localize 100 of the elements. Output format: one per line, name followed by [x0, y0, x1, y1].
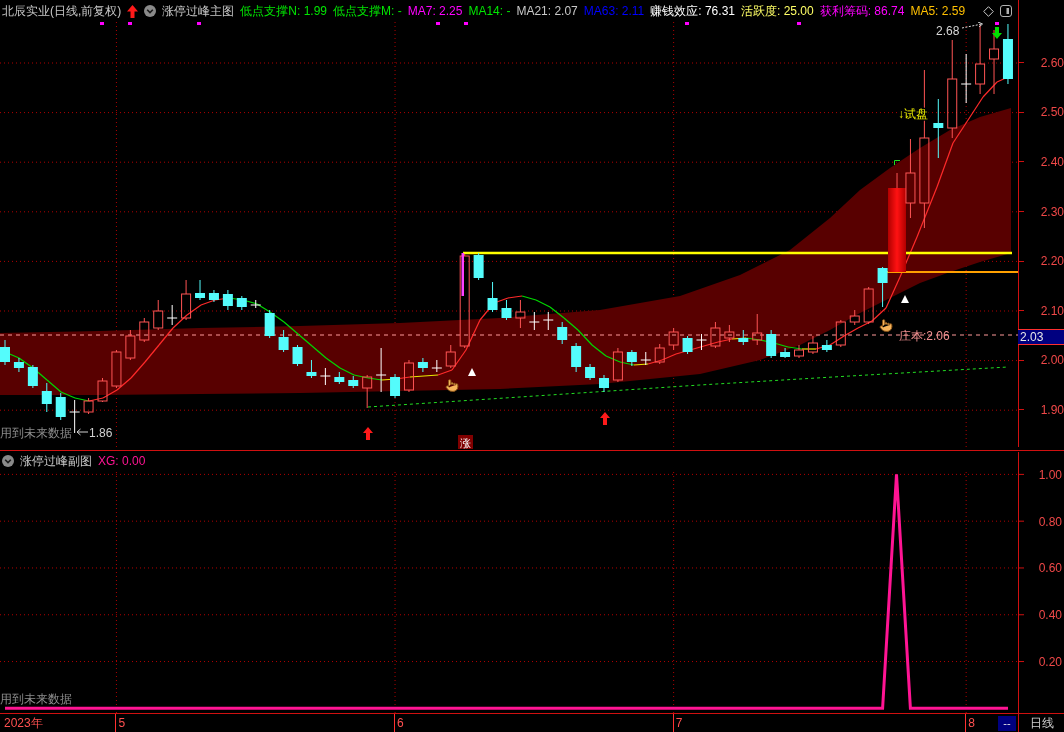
candlestick [515, 299, 526, 329]
candlestick [724, 324, 735, 343]
up-arrow-icon [600, 412, 610, 425]
candlestick [403, 359, 414, 393]
month-label: 8 [965, 714, 975, 732]
candlestick [292, 344, 303, 367]
left-arrow-icon [76, 428, 89, 436]
candlestick [83, 397, 94, 415]
candlestick [766, 329, 777, 359]
candlestick [626, 349, 637, 367]
candlestick [208, 289, 219, 303]
candlestick [668, 327, 679, 351]
period-button[interactable]: 日线 [1029, 716, 1054, 730]
stock-title: 北辰实业(日线,前复权) [2, 4, 122, 18]
candlestick [236, 295, 247, 311]
candlestick [780, 347, 791, 359]
indicator-value: 低点支撑N: 1.99 [240, 4, 328, 18]
value-axis-label: 0.20 [1038, 655, 1062, 670]
candlestick [55, 392, 66, 421]
collapse-toggle-icon[interactable] [144, 5, 157, 17]
indicator-name: 涨停过峰副图 [20, 454, 92, 468]
candlestick [417, 357, 428, 373]
price-axis-label: 2.50 [1040, 105, 1064, 120]
candlestick [375, 347, 387, 393]
candlestick [13, 357, 24, 373]
candlestick [1002, 23, 1013, 85]
candlestick [445, 344, 456, 369]
candlestick [278, 329, 289, 353]
price-axis-label: 2.20 [1040, 254, 1064, 269]
candlestick [319, 367, 331, 386]
candlestick [27, 364, 38, 389]
indicator-value: MA5: 2.59 [910, 4, 966, 18]
candlestick [390, 373, 401, 399]
candlestick [557, 321, 568, 345]
up-arrow-icon [363, 427, 373, 440]
collapse-toggle-icon[interactable] [2, 455, 14, 467]
candlestick [710, 321, 721, 349]
candlestick [612, 347, 623, 383]
candlestick [111, 349, 122, 389]
candlestick [933, 98, 944, 159]
candlestick [473, 252, 484, 281]
signal-bar [461, 253, 464, 296]
cost-label: 庄本:2.06 [899, 329, 950, 343]
candlestick [960, 53, 972, 104]
candlestick [599, 374, 609, 393]
current-price-tag: 2.03 [1018, 329, 1064, 345]
candlestick [752, 313, 763, 346]
limit-up-badge: 涨 [458, 435, 473, 449]
hand-pointer-icon [880, 319, 892, 332]
candlestick [348, 375, 359, 389]
candlestick [264, 309, 275, 339]
candlestick [139, 317, 150, 343]
triangle-icon [468, 368, 476, 376]
candlestick [585, 363, 596, 381]
candlestick [738, 329, 749, 346]
price-axis-label: 2.10 [1040, 303, 1064, 318]
month-label: 7 [672, 714, 683, 732]
indicator-value: MA21: 2.07 [516, 4, 578, 18]
candlestick [863, 286, 874, 325]
candlestick [487, 281, 498, 313]
candlestick [125, 329, 136, 361]
candlestick [975, 24, 986, 95]
up-arrow-icon [127, 4, 139, 18]
candlestick [250, 299, 262, 309]
candlestick [528, 311, 540, 331]
candlestick [794, 344, 804, 359]
price-axis-label: 1.90 [1040, 402, 1064, 417]
indicator-value: 赚钱效应: 76.31 [650, 4, 735, 18]
candlestick [153, 299, 164, 331]
month-label: 5 [115, 714, 126, 732]
candlestick [334, 371, 345, 385]
period-toggle-button[interactable]: -- [998, 715, 1016, 731]
candlestick [431, 359, 443, 373]
triangle-icon [901, 295, 909, 303]
down-arrow-icon [992, 27, 1002, 39]
window-toggle-icon[interactable] [1000, 5, 1012, 17]
month-label: 6 [394, 714, 404, 732]
candlestick [696, 333, 707, 351]
dashed-arrow-icon [961, 22, 983, 29]
indicator-value: MA14: - [468, 4, 511, 18]
indicator-value: XG: 0.00 [98, 454, 146, 468]
candlestick [362, 374, 373, 409]
candlestick [571, 342, 582, 373]
peak-price-label: 2.68 [936, 24, 960, 38]
candlestick [849, 309, 860, 326]
candlestick [654, 343, 665, 365]
indicator-value: MA63: 2.11 [583, 4, 645, 18]
indicator-value: 活跃度: 25.00 [741, 4, 814, 18]
candlestick [181, 279, 192, 321]
indicator-value: 低点支撑M: - [333, 4, 402, 18]
candlestick [97, 377, 108, 403]
value-axis-label: 1.00 [1038, 467, 1062, 482]
value-axis-label: 0.40 [1038, 608, 1062, 623]
indicator-value: MA7: 2.25 [407, 4, 463, 18]
corner-mark-icon [894, 160, 901, 166]
diamond-icon[interactable] [983, 5, 994, 17]
candlestick [682, 335, 693, 355]
price-axis-label: 2.60 [1040, 55, 1064, 70]
candlestick [306, 359, 317, 379]
price-axis-label: 2.00 [1040, 353, 1064, 368]
